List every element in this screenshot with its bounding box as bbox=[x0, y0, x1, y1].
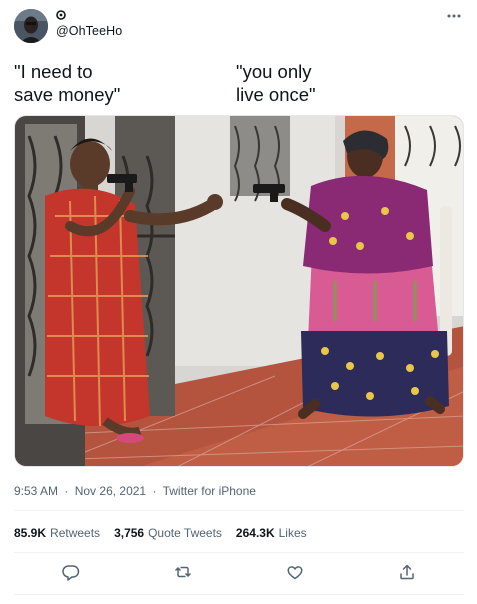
divider bbox=[14, 594, 464, 595]
author-handle[interactable]: @OhTeeHo bbox=[56, 24, 122, 38]
tweet-time[interactable]: 9:53 AM bbox=[14, 484, 58, 498]
retweets-count: 85.9K bbox=[14, 526, 47, 540]
tweet-meta: 9:53 AM · Nov 26, 2021 · Twitter for iPh… bbox=[14, 484, 256, 498]
caption-right: "you only live once" bbox=[236, 61, 316, 105]
divider bbox=[14, 510, 464, 511]
avatar[interactable] bbox=[14, 9, 48, 43]
meta-separator: · bbox=[64, 484, 69, 498]
like-icon[interactable] bbox=[286, 563, 304, 581]
retweet-icon[interactable] bbox=[174, 563, 192, 581]
quote-tweets-label: Quote Tweets bbox=[148, 526, 222, 540]
likes-count: 264.3K bbox=[235, 526, 275, 540]
retweets-label: Retweets bbox=[50, 526, 101, 540]
share-icon[interactable] bbox=[398, 563, 416, 581]
more-options-icon[interactable] bbox=[445, 10, 463, 22]
tweet-stats: 85.9K Retweets 3,756 Quote Tweets 264.3K… bbox=[14, 526, 307, 540]
tweet-date[interactable]: Nov 26, 2021 bbox=[75, 484, 146, 498]
likes-stat[interactable]: 264.3K Likes bbox=[236, 526, 307, 540]
reply-icon[interactable] bbox=[62, 563, 80, 581]
quote-tweets-stat[interactable]: 3,756 Quote Tweets bbox=[114, 526, 222, 540]
likes-label: Likes bbox=[278, 526, 307, 540]
tweet-actions bbox=[14, 563, 464, 583]
caption-left: "I need to save money" bbox=[14, 61, 121, 105]
retweets-stat[interactable]: 85.9K Retweets bbox=[14, 526, 100, 540]
divider bbox=[14, 552, 464, 553]
quote-tweets-count: 3,756 bbox=[114, 526, 145, 540]
tweet: @OhTeeHo "I need to save money" "you onl… bbox=[0, 0, 477, 604]
author-block[interactable]: @OhTeeHo bbox=[56, 10, 122, 38]
tweet-photo[interactable] bbox=[14, 115, 464, 467]
meta-separator-2: · bbox=[152, 484, 157, 498]
tweet-source[interactable]: Twitter for iPhone bbox=[163, 484, 256, 498]
badge-icon bbox=[56, 10, 66, 20]
